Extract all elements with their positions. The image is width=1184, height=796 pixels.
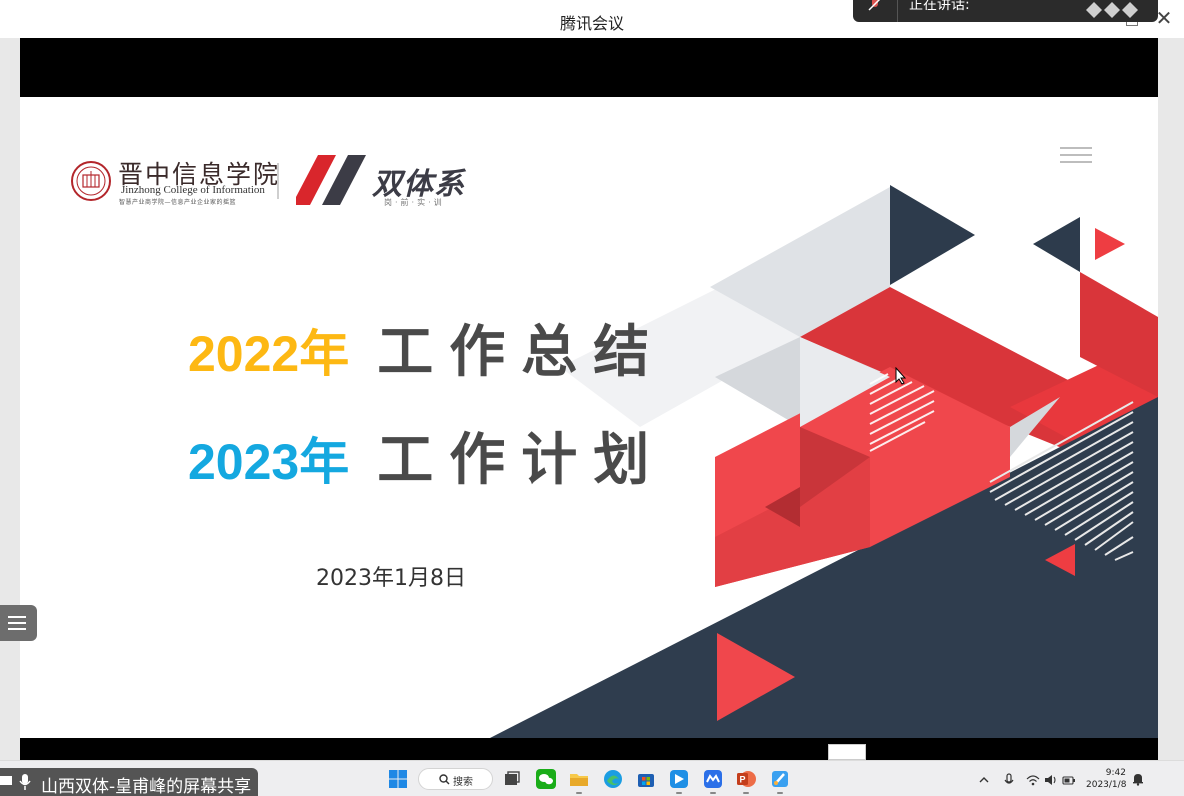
search-icon [439,774,450,785]
svg-text:P: P [739,775,745,785]
wechat-icon[interactable] [536,769,556,789]
volume-icon[interactable] [1044,772,1058,788]
speaker-avatars-icon [1086,2,1138,18]
blue-app-icon[interactable] [669,769,689,794]
share-letterbox-bottom [20,738,1158,760]
notification-popup-icon[interactable] [828,744,866,760]
notification-bell-icon[interactable] [1131,772,1145,786]
heading-2022-year: 2022年 [188,326,350,382]
slide-date: 2023年1月8日 [316,566,466,591]
screen-share-label-text: 山西双体-皇甫峰的屏幕共享 [41,777,252,796]
file-explorer-icon[interactable] [569,769,589,794]
clock-time: 9:42 [1105,768,1126,778]
presentation-slide: 晋中信息学院 Jinzhong College of Information 智… [20,97,1158,738]
speaking-indicator: 正在讲话: [853,0,1158,22]
logo-divider [277,163,279,199]
brand-slash-icon [296,155,366,205]
battery-icon[interactable] [1062,772,1076,788]
tencent-meeting-icon[interactable] [703,769,723,794]
tray-microphone-icon[interactable] [1003,772,1015,788]
edge-browser-icon[interactable] [603,769,623,789]
screen-share-label[interactable]: 山西双体-皇甫峰的屏幕共享 [0,768,258,796]
mic-muted-icon [868,0,881,11]
speaking-text: 正在讲话: [909,0,970,13]
microphone-icon[interactable] [18,773,32,791]
heading-2023-text: 工作计划 [377,428,666,493]
paint-icon[interactable] [770,769,790,794]
taskbar-clock[interactable]: 9:42 2023/1/8 [1086,767,1126,791]
windows-start-icon[interactable] [389,770,407,788]
college-seal-icon [71,161,111,201]
heading-2022: 2022年 工作总结 [188,307,665,388]
screen-share-icon [0,776,12,785]
meeting-menu-toggle-icon[interactable] [0,605,37,641]
speaking-separator [897,0,898,22]
taskbar-search[interactable]: 搜索 [418,768,493,790]
taskbar-search-label: 搜索 [453,777,473,788]
clock-date: 2023/1/8 [1086,780,1127,790]
chevron-up-icon[interactable] [978,772,990,788]
powerpoint-icon[interactable]: P [736,769,756,794]
heading-2023: 2023年 工作计划 [188,415,665,496]
mouse-cursor-icon [895,367,907,385]
brand-subtitle: 岗·前·实·训 [384,198,445,207]
college-motto: 智慧产业商学院—信息产业企业家的摇篮 [119,199,237,206]
task-view-icon[interactable] [502,769,522,789]
wifi-icon[interactable] [1026,772,1040,788]
college-name-en: Jinzhong College of Information [121,184,265,196]
heading-2023-year: 2023年 [188,434,350,490]
share-letterbox-top [20,38,1158,97]
microsoft-store-icon[interactable] [636,769,656,789]
slide-menu-icon[interactable] [1060,147,1092,165]
heading-2022-text: 工作总结 [377,320,666,385]
